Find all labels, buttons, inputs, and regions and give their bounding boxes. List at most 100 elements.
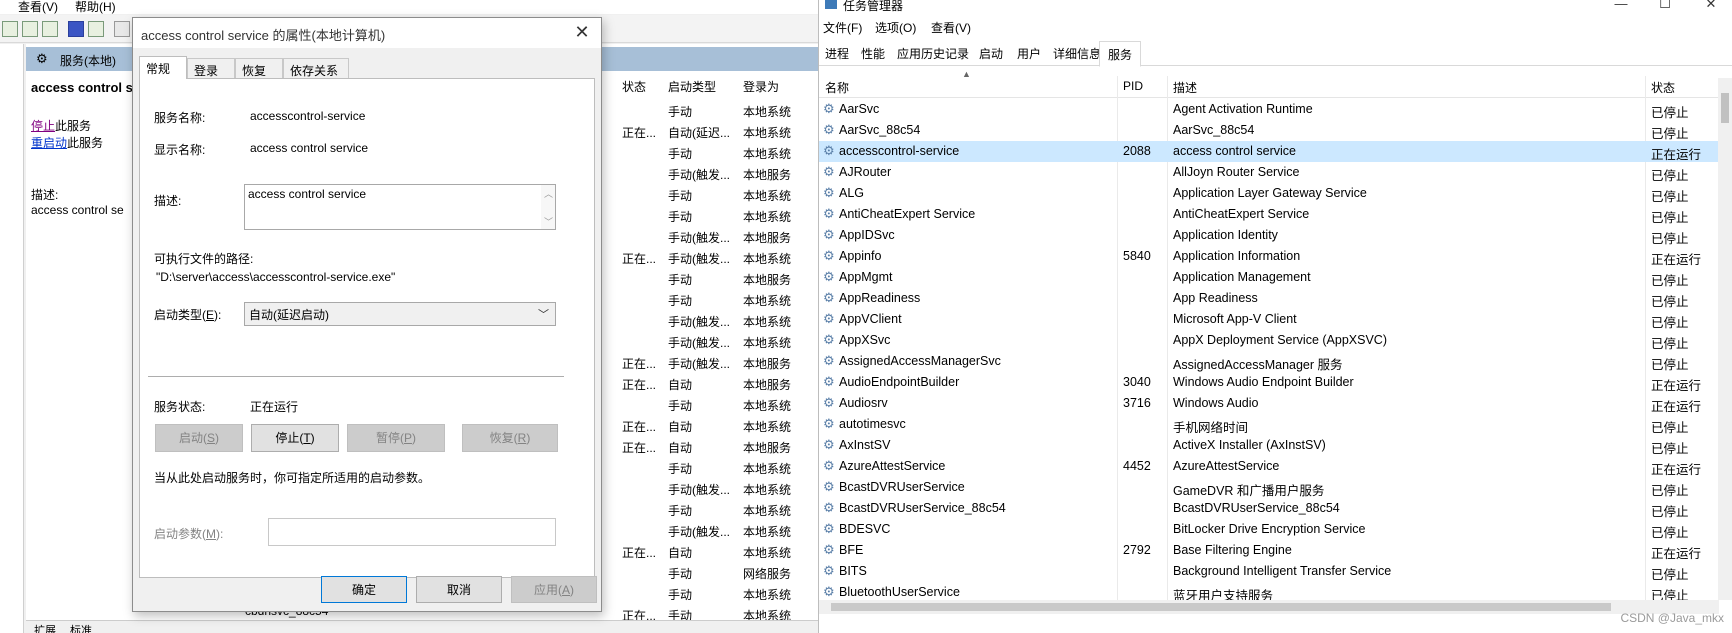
stop-button[interactable]: 停止(T) bbox=[251, 424, 339, 452]
table-row[interactable]: 手动 本地系统 bbox=[600, 499, 818, 520]
list-item[interactable]: ⚙ BcastDVRUserService GameDVR 和广播用户服务 已停止 bbox=[819, 477, 1719, 498]
tab-processes[interactable]: 进程 bbox=[825, 45, 849, 62]
export-icon[interactable] bbox=[42, 21, 58, 37]
dialog-titlebar[interactable]: access control service 的属性(本地计算机) ✕ bbox=[133, 18, 601, 48]
refresh-icon[interactable] bbox=[22, 21, 38, 37]
table-row[interactable]: 手动 本地系统 bbox=[600, 100, 818, 121]
tab-dependencies[interactable]: 依存关系 bbox=[283, 58, 349, 78]
pause-button[interactable]: 暂停(P) bbox=[347, 424, 445, 452]
table-row[interactable]: 手动 本地系统 bbox=[600, 457, 818, 478]
list-item[interactable]: ⚙ BITS Background Intelligent Transfer Ser… bbox=[819, 561, 1719, 582]
table-row[interactable]: 手动 本地系统 bbox=[600, 583, 818, 604]
scroll-thumb[interactable] bbox=[831, 603, 1611, 611]
list-item[interactable]: ⚙ AxInstSV ActiveX Installer (AxInstSV) 已停止 bbox=[819, 435, 1719, 456]
col-name[interactable]: 名称 bbox=[825, 79, 849, 96]
col-description[interactable]: 描述 bbox=[1173, 79, 1197, 96]
tab-startup[interactable]: 启动 bbox=[979, 45, 1003, 62]
list-item[interactable]: ⚙ ALG Application Layer Gateway Service 已停止 bbox=[819, 183, 1719, 204]
col-logon-as[interactable]: 登录为 bbox=[743, 78, 779, 95]
table-row[interactable]: 正在... 自动 本地服务 bbox=[600, 436, 818, 457]
list-item[interactable]: ⚙ AppXSvc AppX Deployment Service (AppXSVC… bbox=[819, 330, 1719, 351]
list-item[interactable]: ⚙ AppIDSvc Application Identity 已停止 bbox=[819, 225, 1719, 246]
vertical-scrollbar[interactable] bbox=[1718, 78, 1732, 600]
list-item[interactable]: ⚙ AudioEndpointBuilder 3040 Windows Audio E… bbox=[819, 372, 1719, 393]
menu-options[interactable]: 选项(O) bbox=[875, 19, 916, 36]
list-item[interactable]: ⚙ AarSvc Agent Activation Runtime 已停止 bbox=[819, 99, 1719, 120]
toolbar-icon-console[interactable] bbox=[2, 21, 18, 37]
table-row[interactable]: 手动 本地系统 bbox=[600, 142, 818, 163]
startup-type-select[interactable]: 自动(延迟启动) ﹀ bbox=[244, 302, 556, 326]
table-row[interactable]: 手动(触发... 本地系统 bbox=[600, 331, 818, 352]
list-item[interactable]: ⚙ AppVClient Microsoft App-V Client 已停止 bbox=[819, 309, 1719, 330]
description-textbox[interactable]: access control service ︿ ﹀ bbox=[244, 184, 556, 230]
close-icon[interactable]: ✕ bbox=[569, 21, 595, 45]
table-row[interactable]: 正在... 自动 本地系统 bbox=[600, 541, 818, 562]
list-item[interactable]: ⚙ AntiCheatExpert Service AntiCheatExpert … bbox=[819, 204, 1719, 225]
table-row[interactable]: 正在... 自动(延迟... 本地系统 bbox=[600, 121, 818, 142]
list-item[interactable]: ⚙ autotimesvc 手机网络时间 已停止 bbox=[819, 414, 1719, 435]
table-row[interactable]: 正在... 手动(触发... 本地系统 bbox=[600, 247, 818, 268]
tab-general[interactable]: 常规 bbox=[139, 56, 187, 79]
tab-users[interactable]: 用户 bbox=[1017, 45, 1041, 62]
minimize-icon[interactable]: — bbox=[1601, 0, 1641, 11]
stop-service-link[interactable]: 停止 bbox=[31, 119, 55, 133]
chevron-up-icon[interactable]: ︿ bbox=[544, 187, 553, 200]
table-row[interactable]: 手动(触发... 本地系统 bbox=[600, 520, 818, 541]
scroll-thumb[interactable] bbox=[1721, 93, 1729, 123]
table-row[interactable]: 手动 本地系统 bbox=[600, 289, 818, 310]
table-row[interactable]: 正在... 自动 本地系统 bbox=[600, 415, 818, 436]
ok-button[interactable]: 确定 bbox=[321, 576, 407, 603]
table-row[interactable]: 手动 网络服务 bbox=[600, 562, 818, 583]
description-scrollbar[interactable]: ︿ ﹀ bbox=[541, 185, 555, 229]
col-startup-type[interactable]: 启动类型 bbox=[668, 78, 716, 95]
table-row[interactable]: 手动(触发... 本地系统 bbox=[600, 310, 818, 331]
menu-view[interactable]: 查看(V) bbox=[18, 0, 58, 15]
tab-services[interactable]: 服务 bbox=[1099, 41, 1142, 67]
maximize-icon[interactable]: ☐ bbox=[1645, 0, 1685, 11]
table-row[interactable]: 手动(触发... 本地系统 bbox=[600, 478, 818, 499]
tab-extended[interactable]: 扩展 bbox=[34, 622, 56, 633]
tab-details[interactable]: 详细信息 bbox=[1053, 45, 1101, 62]
tab-recovery[interactable]: 恢复 bbox=[235, 58, 283, 78]
table-row[interactable]: 手动(触发... 本地服务 bbox=[600, 226, 818, 247]
list-item[interactable]: ⚙ Appinfo 5840 Application Information 正在运行 bbox=[819, 246, 1719, 267]
table-row[interactable]: 手动 本地系统 bbox=[600, 184, 818, 205]
startup-param-input[interactable] bbox=[268, 518, 556, 546]
help-icon[interactable] bbox=[68, 21, 84, 37]
table-row[interactable]: 手动 本地服务 bbox=[600, 268, 818, 289]
list-item[interactable]: ⚙ AarSvc_88c54 AarSvc_88c54 已停止 bbox=[819, 120, 1719, 141]
restart-service-link[interactable]: 重启动 bbox=[31, 136, 67, 150]
list-item[interactable]: ⚙ AppReadiness App Readiness 已停止 bbox=[819, 288, 1719, 309]
close-icon[interactable]: ✕ bbox=[1691, 0, 1731, 11]
play-icon[interactable] bbox=[114, 21, 130, 37]
apply-button[interactable]: 应用(A) bbox=[511, 576, 597, 603]
horizontal-scrollbar[interactable] bbox=[819, 600, 1719, 614]
tab-performance[interactable]: 性能 bbox=[861, 45, 885, 62]
tab-standard[interactable]: 标准 bbox=[70, 622, 92, 633]
table-row[interactable]: 手动 本地系统 bbox=[600, 394, 818, 415]
list-item[interactable]: ⚙ Audiosrv 3716 Windows Audio 正在运行 bbox=[819, 393, 1719, 414]
cancel-button[interactable]: 取消 bbox=[416, 576, 502, 603]
col-status[interactable]: 状态 bbox=[622, 78, 646, 95]
chevron-down-icon[interactable]: ﹀ bbox=[544, 215, 553, 228]
list-item[interactable]: ⚙ AzureAttestService 4452 AzureAttestServic… bbox=[819, 456, 1719, 477]
tab-logon[interactable]: 登录 bbox=[187, 58, 235, 78]
table-row[interactable]: 手动(触发... 本地服务 bbox=[600, 163, 818, 184]
tab-app-history[interactable]: 应用历史记录 bbox=[897, 45, 969, 62]
table-row[interactable]: 正在... 手动(触发... 本地服务 bbox=[600, 352, 818, 373]
table-row[interactable]: 正在... 自动 本地服务 bbox=[600, 373, 818, 394]
start-button[interactable]: 启动(S) bbox=[155, 424, 243, 452]
col-status[interactable]: 状态 bbox=[1651, 79, 1675, 96]
list-item[interactable]: ⚙ AJRouter AllJoyn Router Service 已停止 bbox=[819, 162, 1719, 183]
console-tree[interactable] bbox=[0, 44, 24, 633]
menu-help[interactable]: 帮助(H) bbox=[75, 0, 116, 15]
properties-icon[interactable] bbox=[88, 21, 104, 37]
list-item[interactable]: ⚙ BDESVC BitLocker Drive Encryption Servic… bbox=[819, 519, 1719, 540]
list-item[interactable]: ⚙ AssignedAccessManagerSvc AssignedAccessM… bbox=[819, 351, 1719, 372]
list-item[interactable]: ⚙ accesscontrol-service 2088 access control… bbox=[819, 141, 1719, 162]
col-pid[interactable]: PID bbox=[1123, 79, 1143, 93]
menu-file[interactable]: 文件(F) bbox=[823, 19, 862, 36]
table-row[interactable]: 手动 本地系统 bbox=[600, 205, 818, 226]
resume-button[interactable]: 恢复(R) bbox=[462, 424, 558, 452]
list-item[interactable]: ⚙ BcastDVRUserService_88c54 BcastDVRUserSe… bbox=[819, 498, 1719, 519]
